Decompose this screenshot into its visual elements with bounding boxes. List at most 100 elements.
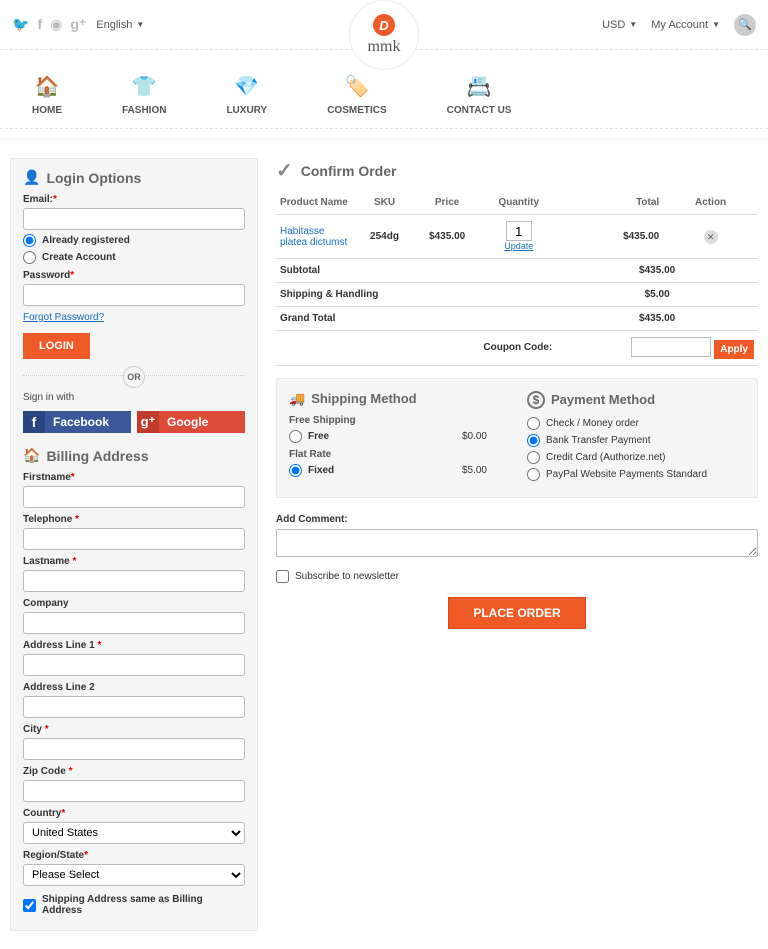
currency-selector[interactable]: USD ▼	[602, 19, 637, 31]
comment-textarea[interactable]	[276, 529, 758, 557]
pay-paypal-radio[interactable]	[527, 468, 540, 481]
th-action: Action	[663, 191, 758, 215]
comment-label: Add Comment:	[276, 514, 758, 525]
free-shipping-radio[interactable]	[289, 430, 302, 443]
currency-label: USD	[602, 19, 625, 31]
coupon-input[interactable]	[631, 337, 711, 357]
google-login-button[interactable]: g⁺Google	[137, 411, 245, 433]
pay-cc-radio[interactable]	[527, 451, 540, 464]
chevron-down-icon: ▼	[712, 20, 720, 29]
account-label: My Account	[651, 19, 708, 31]
city-input[interactable]	[23, 738, 245, 760]
quantity-input[interactable]	[506, 221, 532, 241]
shipping-method-panel: 🚚Shipping Method Free Shipping Free$0.00…	[289, 391, 507, 485]
nav-contact[interactable]: 📇CONTACT US	[447, 74, 512, 116]
telephone-input[interactable]	[23, 528, 245, 550]
dribbble-icon[interactable]: ◉	[50, 16, 62, 33]
create-account-radio[interactable]	[23, 251, 36, 264]
user-icon: 👤	[23, 169, 40, 186]
free-opt: Free	[308, 431, 329, 442]
tag-icon: 🏷️	[344, 74, 369, 99]
logo-badge: D	[373, 14, 395, 36]
nav-home[interactable]: 🏠HOME	[32, 74, 62, 116]
forgot-password-link[interactable]: Forgot Password?	[23, 312, 104, 323]
account-menu[interactable]: My Account ▼	[651, 19, 720, 31]
nav-fashion[interactable]: 👕FASHION	[122, 74, 166, 116]
pay-opt-0: Check / Money order	[546, 418, 639, 429]
facebook-icon[interactable]: f	[37, 16, 42, 33]
nav-cosmetics[interactable]: 🏷️ COSMETICS	[327, 74, 386, 116]
company-input[interactable]	[23, 612, 245, 634]
pay-check-radio[interactable]	[527, 417, 540, 430]
nav-label: COSMETICS	[327, 105, 386, 116]
place-order-button[interactable]: PLACE ORDER	[448, 597, 585, 629]
billing-title-text: Billing Address	[46, 448, 148, 464]
flat-rate-radio[interactable]	[289, 464, 302, 477]
firstname-label: Firstname*	[23, 472, 245, 483]
language-selector[interactable]: English ▼	[96, 19, 144, 31]
nav-label: LUXURY	[226, 105, 267, 116]
top-bar: 🐦 f ◉ g⁺ English ▼ D mmk USD ▼ My Accoun…	[0, 0, 768, 50]
flat-opt: Fixed	[308, 465, 334, 476]
gg-label: Google	[167, 415, 208, 429]
login-title: 👤 Login Options	[23, 169, 245, 186]
signin-with-label: Sign in with	[23, 392, 245, 403]
firstname-input[interactable]	[23, 486, 245, 508]
free-shipping-label: Free Shipping	[289, 415, 507, 426]
login-panel: 👤 Login Options Email:* Already register…	[10, 158, 258, 931]
update-link[interactable]: Update	[504, 241, 533, 251]
shipping-title: Shipping Method	[311, 391, 416, 406]
lastname-label: Lastname *	[23, 556, 245, 567]
addr1-input[interactable]	[23, 654, 245, 676]
country-select[interactable]: United States	[23, 822, 245, 844]
already-registered-radio[interactable]	[23, 234, 36, 247]
addr2-input[interactable]	[23, 696, 245, 718]
nav-luxury[interactable]: 💎 LUXURY	[226, 74, 267, 116]
search-icon: 🔍	[738, 18, 752, 31]
subscribe-checkbox[interactable]	[276, 570, 289, 583]
city-label: City *	[23, 724, 245, 735]
grand-value: $435.00	[556, 307, 758, 331]
create-label: Create Account	[42, 252, 116, 263]
payment-method-panel: $Payment Method Check / Money order Bank…	[527, 391, 745, 485]
apply-button[interactable]: Apply	[714, 340, 754, 359]
product-link[interactable]: Habitasse platea dictumst	[280, 226, 347, 248]
remove-button[interactable]: ✕	[704, 230, 718, 244]
region-select[interactable]: Please Select	[23, 864, 245, 886]
subtotal-label: Subtotal	[276, 259, 556, 283]
truck-icon: 🚚	[289, 391, 305, 407]
pay-bank-radio[interactable]	[527, 434, 540, 447]
dollar-icon: $	[527, 391, 545, 409]
sku-cell: 254dg	[356, 215, 413, 259]
facebook-icon: f	[23, 411, 45, 433]
site-logo[interactable]: D mmk	[349, 0, 419, 70]
zip-input[interactable]	[23, 780, 245, 802]
pay-opt-1: Bank Transfer Payment	[546, 435, 651, 446]
facebook-login-button[interactable]: fFacebook	[23, 411, 131, 433]
billing-title: 🏠 Billing Address	[23, 447, 245, 464]
subtotal-value: $435.00	[556, 259, 758, 283]
search-button[interactable]: 🔍	[734, 14, 756, 36]
contact-icon: 📇	[467, 74, 492, 99]
shipping-label: Shipping & Handling	[276, 283, 556, 307]
th-total: Total	[556, 191, 663, 215]
coupon-label: Coupon Code:	[276, 331, 556, 366]
lastname-input[interactable]	[23, 570, 245, 592]
twitter-icon[interactable]: 🐦	[12, 16, 29, 33]
pay-opt-3: PayPal Website Payments Standard	[546, 469, 707, 480]
or-divider: OR	[123, 366, 145, 388]
email-input[interactable]	[23, 208, 245, 230]
home-icon: 🏠	[35, 74, 60, 99]
chevron-down-icon: ▼	[629, 20, 637, 29]
email-label: Email:*	[23, 194, 245, 205]
password-input[interactable]	[23, 284, 245, 306]
same-address-checkbox[interactable]	[23, 899, 36, 912]
google-icon[interactable]: g⁺	[70, 16, 86, 33]
diamond-icon: 💎	[234, 74, 259, 99]
telephone-label: Telephone *	[23, 514, 245, 525]
th-product: Product Name	[276, 191, 356, 215]
th-sku: SKU	[356, 191, 413, 215]
password-label: Password*	[23, 270, 245, 281]
subscribe-label: Subscribe to newsletter	[295, 571, 399, 582]
login-button[interactable]: LOGIN	[23, 333, 90, 359]
